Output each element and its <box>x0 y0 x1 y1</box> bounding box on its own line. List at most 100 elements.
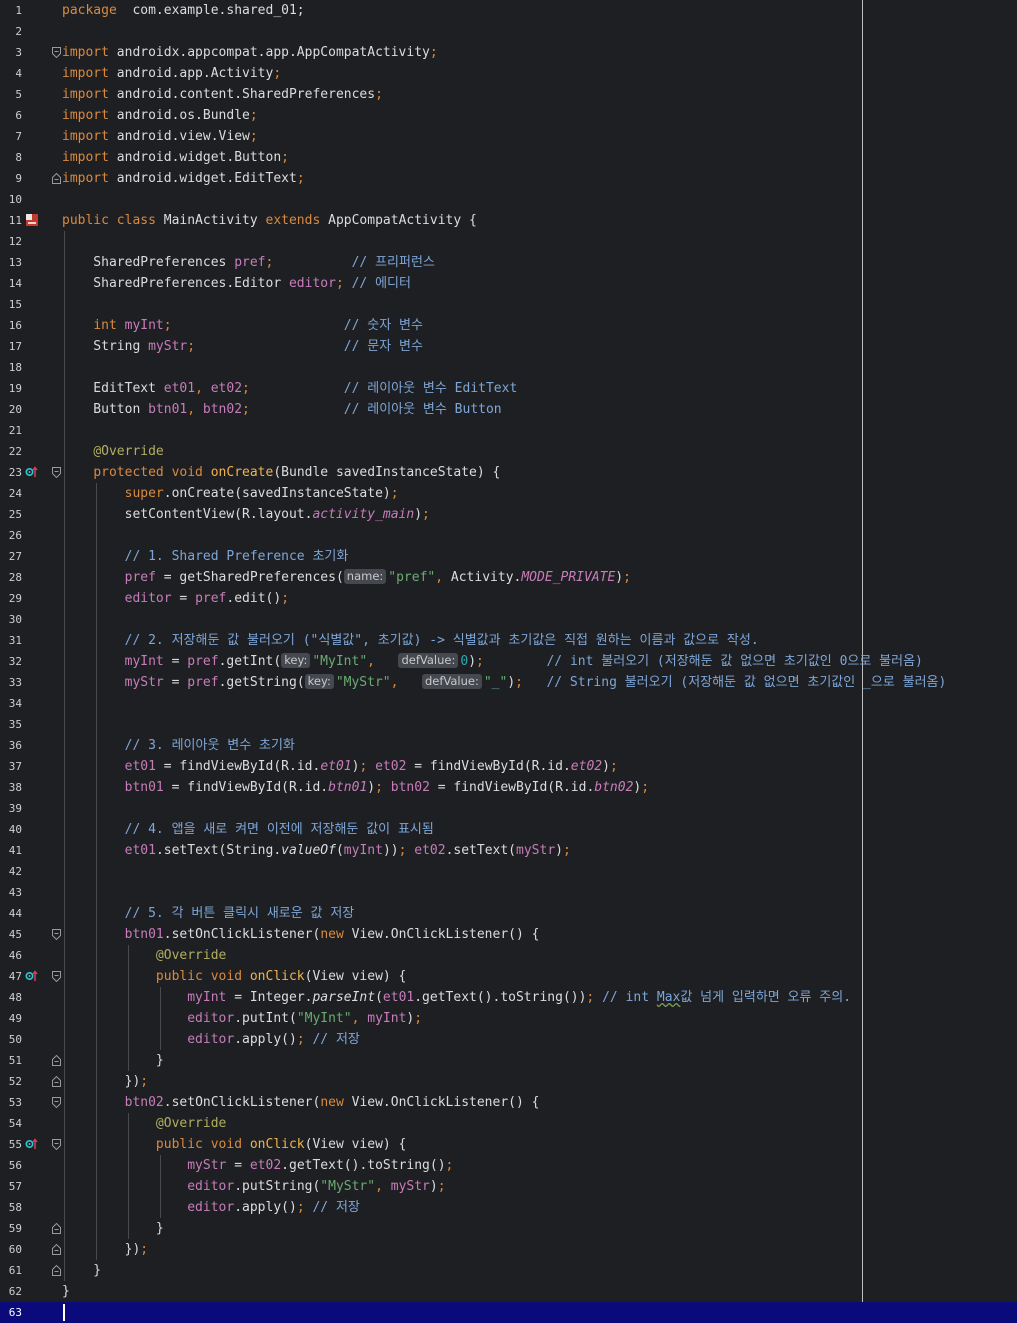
code-line[interactable]: 42 <box>0 861 1017 882</box>
fold-collapse-icon[interactable] <box>52 467 61 478</box>
code-text[interactable]: } <box>62 1281 70 1302</box>
code-line[interactable]: 63 <box>0 1302 1017 1323</box>
code-text[interactable]: editor.putInt("MyInt", myInt); <box>62 1008 422 1029</box>
code-line[interactable]: 37 et01 = findViewById(R.id.et01); et02 … <box>0 756 1017 777</box>
code-line[interactable]: 56 myStr = et02.getText().toString(); <box>0 1155 1017 1176</box>
code-line[interactable]: 1 package com.example.shared_01; <box>0 0 1017 21</box>
code-text[interactable]: et01.setText(String.valueOf(myInt)); et0… <box>62 840 571 861</box>
code-line[interactable]: 51 } <box>0 1050 1017 1071</box>
code-line[interactable]: 36 // 3. 레이아웃 변수 초기화 <box>0 735 1017 756</box>
code-line[interactable]: 55 public void onClick(View view) { <box>0 1134 1017 1155</box>
code-text[interactable]: import android.view.View; <box>62 126 258 147</box>
code-line[interactable]: 34 <box>0 693 1017 714</box>
fold-collapse-icon[interactable] <box>52 47 61 58</box>
code-text[interactable]: SharedPreferences pref; // 프리퍼런스 <box>62 252 435 273</box>
code-text[interactable]: }); <box>62 1071 149 1092</box>
code-line[interactable]: 30 <box>0 609 1017 630</box>
code-line[interactable]: 13 SharedPreferences pref; // 프리퍼런스 <box>0 252 1017 273</box>
code-text[interactable]: btn01.setOnClickListener(new View.OnClic… <box>62 924 540 945</box>
code-text[interactable]: // 4. 앱을 새로 켜면 이전에 저장해둔 값이 표시됨 <box>62 819 434 840</box>
fold-end-icon[interactable] <box>52 1055 61 1066</box>
code-line[interactable]: 58 editor.apply(); // 저장 <box>0 1197 1017 1218</box>
code-line[interactable]: 46 @Override <box>0 945 1017 966</box>
code-line[interactable]: 5 import android.content.SharedPreference… <box>0 84 1017 105</box>
code-line[interactable]: 14 SharedPreferences.Editor editor; // 에… <box>0 273 1017 294</box>
code-line[interactable]: 53 btn02.setOnClickListener(new View.OnC… <box>0 1092 1017 1113</box>
code-line[interactable]: 10 <box>0 189 1017 210</box>
fold-collapse-icon[interactable] <box>52 971 61 982</box>
code-line[interactable]: 50 editor.apply(); // 저장 <box>0 1029 1017 1050</box>
code-text[interactable]: public class MainActivity extends AppCom… <box>62 210 477 231</box>
code-text[interactable]: SharedPreferences.Editor editor; // 에디터 <box>62 273 411 294</box>
code-line[interactable]: 33 myStr = pref.getString(key: "MyStr", d… <box>0 672 1017 693</box>
code-text[interactable]: EditText et01, et02; // 레이아웃 변수 EditText <box>62 378 517 399</box>
code-text[interactable]: import android.app.Activity; <box>62 63 281 84</box>
code-text[interactable]: @Override <box>62 1113 226 1134</box>
code-text[interactable]: editor = pref.edit(); <box>62 588 289 609</box>
code-line[interactable]: 40 // 4. 앱을 새로 켜면 이전에 저장해둔 값이 표시됨 <box>0 819 1017 840</box>
code-text[interactable]: myStr = et02.getText().toString(); <box>62 1155 453 1176</box>
fold-collapse-icon[interactable] <box>52 929 61 940</box>
code-text[interactable]: btn01 = findViewById(R.id.btn01); btn02 … <box>62 777 649 798</box>
override-method-icon[interactable] <box>25 465 39 479</box>
code-line[interactable]: 38 btn01 = findViewById(R.id.btn01); btn… <box>0 777 1017 798</box>
fold-end-icon[interactable] <box>52 1076 61 1087</box>
code-line[interactable]: 48 myInt = Integer.parseInt(et01.getText… <box>0 987 1017 1008</box>
code-line[interactable]: 32 myInt = pref.getInt(key: "MyInt", defV… <box>0 651 1017 672</box>
code-line[interactable]: 18 <box>0 357 1017 378</box>
code-line[interactable]: 57 editor.putString("MyStr", myStr); <box>0 1176 1017 1197</box>
code-line[interactable]: 27 // 1. Shared Preference 초기화 <box>0 546 1017 567</box>
code-line[interactable]: 15 <box>0 294 1017 315</box>
code-line[interactable]: 9 import android.widget.EditText; <box>0 168 1017 189</box>
code-text[interactable]: // 3. 레이아웃 변수 초기화 <box>62 735 295 756</box>
code-line[interactable]: 61 } <box>0 1260 1017 1281</box>
code-line[interactable]: 26 <box>0 525 1017 546</box>
code-line[interactable]: 44 // 5. 각 버튼 클릭시 새로운 값 저장 <box>0 903 1017 924</box>
code-text[interactable]: import android.widget.EditText; <box>62 168 305 189</box>
code-text[interactable]: myInt = pref.getInt(key: "MyInt", defValu… <box>62 651 923 672</box>
fold-collapse-icon[interactable] <box>52 1139 61 1150</box>
code-text[interactable]: import android.widget.Button; <box>62 147 289 168</box>
fold-end-icon[interactable] <box>52 1265 61 1276</box>
code-line[interactable]: 8 import android.widget.Button; <box>0 147 1017 168</box>
code-text[interactable]: et01 = findViewById(R.id.et01); et02 = f… <box>62 756 618 777</box>
code-text[interactable]: }); <box>62 1239 149 1260</box>
code-line[interactable]: 31 // 2. 저장해둔 값 불러오기 ("식별값", 초기값) -> 식별값… <box>0 630 1017 651</box>
code-line[interactable]: 35 <box>0 714 1017 735</box>
code-line[interactable]: 11 public class MainActivity extends AppC… <box>0 210 1017 231</box>
code-text[interactable]: editor.apply(); // 저장 <box>62 1029 360 1050</box>
fold-end-icon[interactable] <box>52 1244 61 1255</box>
code-line[interactable]: 19 EditText et01, et02; // 레이아웃 변수 EditT… <box>0 378 1017 399</box>
code-line[interactable]: 39 <box>0 798 1017 819</box>
code-text[interactable]: // 5. 각 버튼 클릭시 새로운 값 저장 <box>62 903 355 924</box>
code-line[interactable]: 2 <box>0 21 1017 42</box>
code-text[interactable]: String myStr; // 문자 변수 <box>62 336 423 357</box>
code-line[interactable]: 60 }); <box>0 1239 1017 1260</box>
code-text[interactable]: public void onClick(View view) { <box>62 966 406 987</box>
fold-end-icon[interactable] <box>52 173 61 184</box>
code-line[interactable]: 52 }); <box>0 1071 1017 1092</box>
code-text[interactable]: Button btn01, btn02; // 레이아웃 변수 Button <box>62 399 501 420</box>
code-line[interactable]: 49 editor.putInt("MyInt", myInt); <box>0 1008 1017 1029</box>
code-line[interactable]: 7 import android.view.View; <box>0 126 1017 147</box>
override-method-icon[interactable] <box>25 969 39 983</box>
code-line[interactable]: 25 setContentView(R.layout.activity_main… <box>0 504 1017 525</box>
code-line[interactable]: 54 @Override <box>0 1113 1017 1134</box>
code-line[interactable]: 21 <box>0 420 1017 441</box>
code-text[interactable]: import android.os.Bundle; <box>62 105 258 126</box>
code-line[interactable]: 43 <box>0 882 1017 903</box>
code-line[interactable]: 23 protected void onCreate(Bundle savedI… <box>0 462 1017 483</box>
fold-collapse-icon[interactable] <box>52 1097 61 1108</box>
code-text[interactable]: } <box>62 1050 164 1071</box>
code-text[interactable]: int myInt; // 숫자 변수 <box>62 315 423 336</box>
code-text[interactable]: btn02.setOnClickListener(new View.OnClic… <box>62 1092 540 1113</box>
code-line[interactable]: 45 btn01.setOnClickListener(new View.OnC… <box>0 924 1017 945</box>
run-class-icon[interactable] <box>25 213 39 227</box>
code-text[interactable]: editor.apply(); // 저장 <box>62 1197 360 1218</box>
code-text[interactable]: pref = getSharedPreferences(name: "pref",… <box>62 567 631 588</box>
code-text[interactable]: super.onCreate(savedInstanceState); <box>62 483 399 504</box>
code-editor[interactable]: 1 package com.example.shared_01; 2 3 import … <box>0 0 1017 1323</box>
code-text[interactable]: @Override <box>62 441 163 462</box>
code-line[interactable]: 17 String myStr; // 문자 변수 <box>0 336 1017 357</box>
code-line[interactable]: 22 @Override <box>0 441 1017 462</box>
